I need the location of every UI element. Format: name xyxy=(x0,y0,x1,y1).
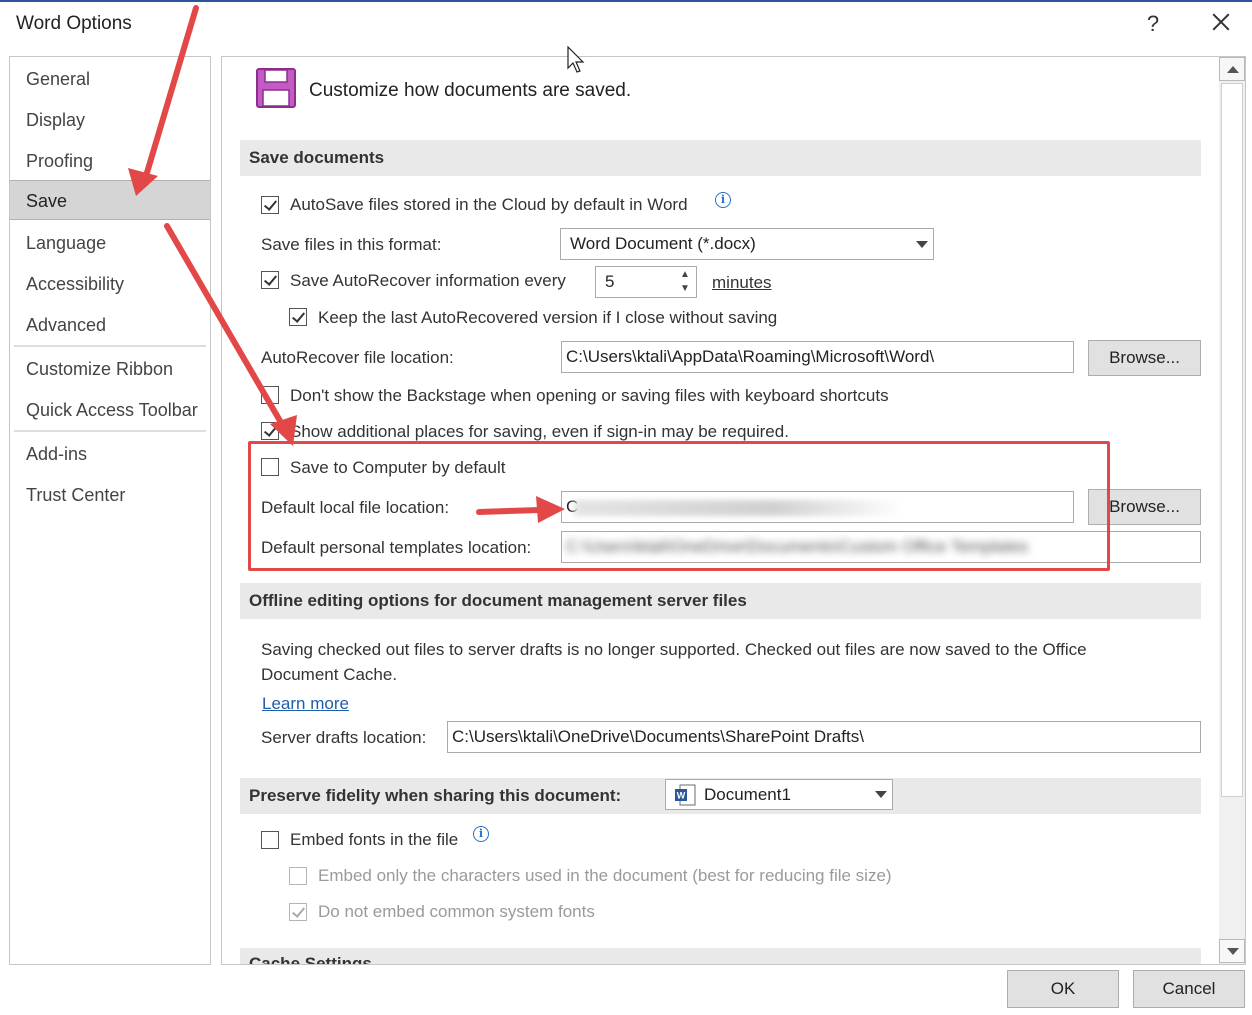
spin-down-icon[interactable]: ▼ xyxy=(680,284,690,294)
additional-places-label: Show additional places for saving, even … xyxy=(290,422,789,441)
save-format-label: Save files in this format: xyxy=(261,235,442,254)
embed-chars-label: Embed only the characters used in the do… xyxy=(318,866,892,885)
embed-chars-checkbox[interactable] xyxy=(289,867,307,885)
annotation-highlight-box xyxy=(248,441,1110,571)
sidebar-item-add-ins[interactable]: Add-ins xyxy=(10,434,210,474)
section-cache-settings-title: Cache Settings xyxy=(249,954,372,964)
cancel-button[interactable]: Cancel xyxy=(1133,970,1245,1008)
backstage-label: Don't show the Backstage when opening or… xyxy=(290,386,889,405)
additional-places-checkbox[interactable] xyxy=(261,422,279,440)
offline-description: Saving checked out files to server draft… xyxy=(261,640,1087,684)
embed-fonts-label: Embed fonts in the file xyxy=(290,830,459,849)
keep-last-label: Keep the last AutoRecovered version if I… xyxy=(318,308,778,327)
sidebar-item-trust-center[interactable]: Trust Center xyxy=(10,475,210,515)
sidebar-item-save[interactable]: Save xyxy=(10,180,210,220)
info-icon[interactable]: i xyxy=(473,826,489,842)
title-bar-accent xyxy=(0,0,1252,2)
fidelity-document-value: Document1 xyxy=(704,785,791,804)
close-icon[interactable] xyxy=(1208,9,1234,35)
autorecover-location-label: AutoRecover file location: xyxy=(261,348,454,367)
save-format-value: Word Document (*.docx) xyxy=(570,234,756,253)
no-common-fonts-label: Do not embed common system fonts xyxy=(318,902,595,921)
learn-more-link[interactable]: Learn more xyxy=(262,694,349,714)
autorecover-minutes-value: 5 xyxy=(605,272,615,291)
sidebar-item-language[interactable]: Language xyxy=(10,223,210,263)
info-icon[interactable]: i xyxy=(715,192,731,208)
sidebar-divider xyxy=(14,345,206,347)
spin-up-icon[interactable]: ▲ xyxy=(680,270,690,280)
scrollbar-thumb[interactable] xyxy=(1221,83,1243,797)
ok-button[interactable]: OK xyxy=(1007,970,1119,1008)
chevron-down-icon xyxy=(875,791,887,798)
dialog-title: Word Options xyxy=(16,13,132,34)
save-floppy-icon xyxy=(256,68,296,108)
scroll-down-icon[interactable] xyxy=(1219,939,1245,963)
no-common-fonts-checkbox[interactable] xyxy=(289,903,307,921)
backstage-checkbox[interactable] xyxy=(261,386,279,404)
help-button[interactable]: ? xyxy=(1143,11,1163,37)
sidebar-item-accessibility[interactable]: Accessibility xyxy=(10,264,210,304)
browse-autorecover-button[interactable]: Browse... xyxy=(1088,340,1201,376)
word-document-icon: W xyxy=(675,784,696,806)
server-drafts-input[interactable]: C:\Users\ktali\OneDrive\Documents\ShareP… xyxy=(447,721,1201,753)
embed-fonts-checkbox[interactable] xyxy=(261,831,279,849)
autorecover-location-input[interactable]: C:\Users\ktali\AppData\Roaming\Microsoft… xyxy=(561,341,1074,373)
fidelity-document-select[interactable]: W Document1 xyxy=(665,779,893,810)
sidebar-item-quick-access-toolbar[interactable]: Quick Access Toolbar xyxy=(10,390,210,430)
scroll-up-icon[interactable] xyxy=(1219,57,1245,81)
autorecover-checkbox[interactable] xyxy=(261,271,279,289)
keep-last-checkbox[interactable] xyxy=(289,308,307,326)
sidebar-item-customize-ribbon[interactable]: Customize Ribbon xyxy=(10,349,210,389)
mouse-cursor-icon xyxy=(567,46,585,73)
sidebar-divider xyxy=(14,430,206,432)
sidebar-item-advanced[interactable]: Advanced xyxy=(10,305,210,345)
autosave-checkbox[interactable] xyxy=(261,196,279,214)
sidebar-item-proofing[interactable]: Proofing xyxy=(10,141,210,181)
sidebar-item-general[interactable]: General xyxy=(10,59,210,99)
server-drafts-label: Server drafts location: xyxy=(261,728,427,747)
chevron-down-icon xyxy=(916,241,928,248)
sidebar-nav: General Display Proofing Save Language A… xyxy=(9,56,211,965)
sidebar-item-display[interactable]: Display xyxy=(10,100,210,140)
minutes-label: minutes xyxy=(712,273,772,292)
section-offline-editing: Offline editing options for document man… xyxy=(240,583,1201,619)
autorecover-label: Save AutoRecover information every xyxy=(290,271,566,290)
page-header-text: Customize how documents are saved. xyxy=(309,80,632,101)
svg-text:W: W xyxy=(677,791,686,801)
save-format-select[interactable]: Word Document (*.docx) xyxy=(560,228,934,260)
autorecover-minutes-stepper[interactable]: 5 ▲ ▼ xyxy=(595,266,697,298)
section-save-documents: Save documents xyxy=(240,140,1201,176)
autosave-label: AutoSave files stored in the Cloud by de… xyxy=(290,195,688,214)
section-cache-settings-partial: Cache Settings xyxy=(240,948,1201,964)
